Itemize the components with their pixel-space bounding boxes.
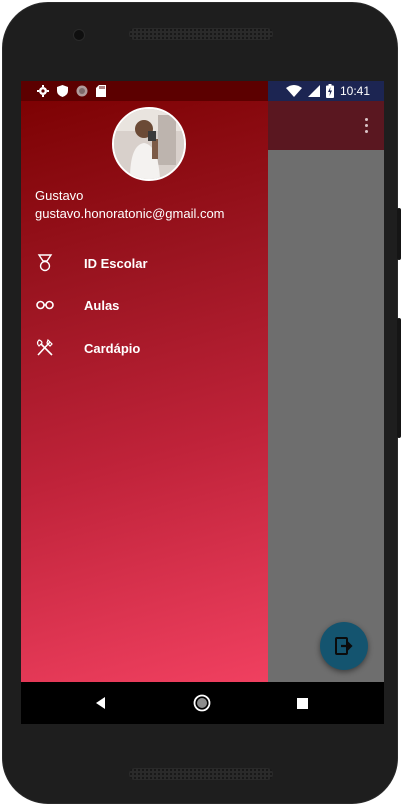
volume-button[interactable] (397, 318, 401, 438)
fork-knife-icon (35, 338, 55, 358)
drawer-status-bar (21, 81, 268, 101)
home-button[interactable] (182, 682, 222, 724)
drawer-item-label: Cardápio (84, 340, 141, 356)
gear-icon (37, 85, 49, 97)
user-name: Gustavo (35, 188, 84, 203)
phone-frame: 10:41 Gustavo gustavo.honoratonic@gmail.… (2, 2, 398, 804)
drawer-item-id-escolar[interactable]: ID Escolar (21, 243, 268, 283)
avatar-photo (114, 109, 184, 179)
status-right-group: 10:41 (285, 83, 370, 99)
recents-button[interactable] (282, 682, 322, 724)
sd-card-icon (96, 85, 106, 97)
shield-icon (57, 85, 68, 97)
wifi-icon (285, 85, 302, 97)
home-icon (193, 694, 211, 712)
drawer-item-cardapio[interactable]: Cardápio (21, 328, 268, 368)
drawer-item-aulas[interactable]: Aulas (21, 285, 268, 325)
user-email: gustavo.honoratonic@gmail.com (35, 206, 225, 221)
signal-icon (307, 85, 320, 97)
front-camera (73, 29, 85, 41)
avatar[interactable] (112, 107, 186, 181)
bottom-speaker (129, 768, 273, 780)
top-speaker (129, 28, 273, 40)
status-left-group (37, 83, 106, 99)
glasses-icon (35, 295, 55, 315)
exit-fab-button[interactable] (320, 622, 368, 670)
navigation-drawer: Gustavo gustavo.honoratonic@gmail.com ID… (21, 81, 268, 682)
exit-icon (335, 637, 353, 655)
drawer-item-label: ID Escolar (84, 255, 148, 271)
system-navigation-bar (21, 682, 384, 724)
screen: 10:41 Gustavo gustavo.honoratonic@gmail.… (21, 81, 384, 724)
back-button[interactable] (81, 682, 121, 724)
back-icon (96, 697, 105, 709)
overflow-menu-icon[interactable] (364, 118, 370, 134)
drawer-item-label: Aulas (84, 297, 120, 313)
recents-icon (296, 697, 308, 709)
battery-icon (325, 84, 334, 98)
circle-icon (76, 85, 88, 97)
status-time: 10:41 (339, 84, 370, 98)
power-button[interactable] (397, 208, 401, 260)
medal-icon (35, 253, 55, 273)
